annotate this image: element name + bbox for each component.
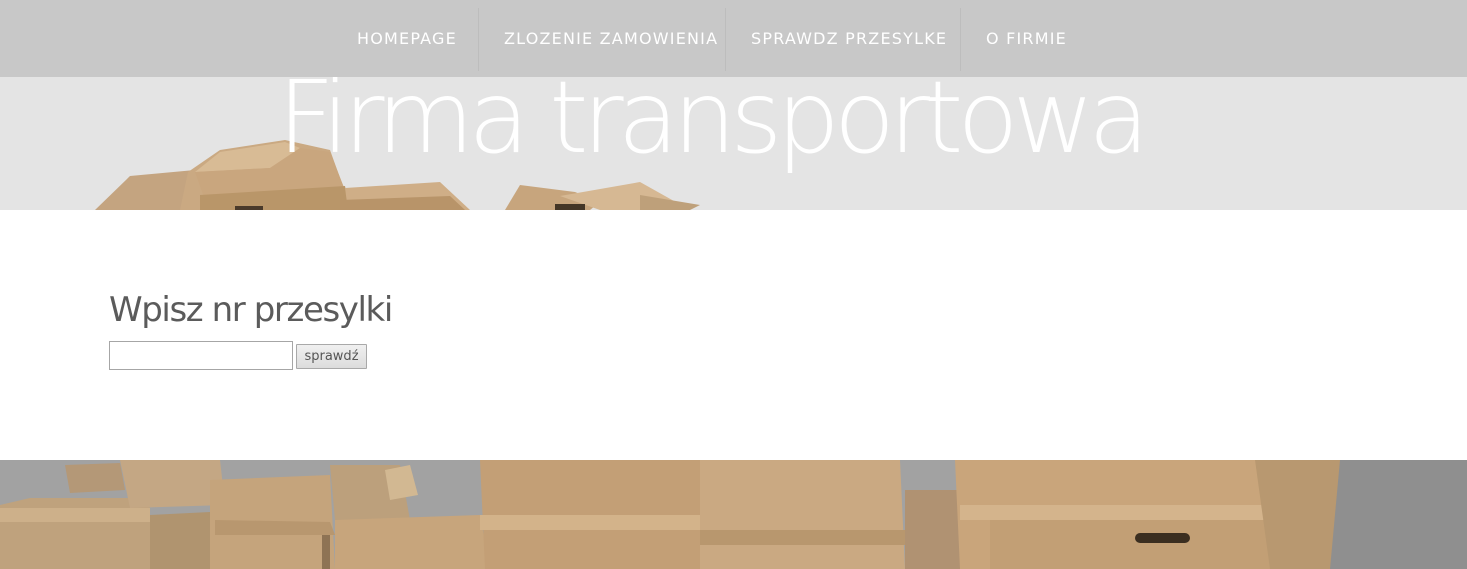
tracking-heading: Wpisz nr przesylki — [109, 290, 393, 330]
nav-item-homepage[interactable]: HOMEPAGE — [331, 0, 478, 77]
nav-menu: HOMEPAGE ZLOZENIE ZAMOWIENIA SPRAWDZ PRZ… — [331, 0, 1093, 77]
nav-item-track-parcel[interactable]: SPRAWDZ PRZESYLKE — [725, 0, 960, 77]
tracking-section: Wpisz nr przesylki sprawdź — [0, 210, 1467, 460]
footer-boxes-image — [0, 460, 1467, 569]
footer-banner — [0, 460, 1467, 569]
tracking-number-input[interactable] — [109, 341, 293, 370]
nav-item-about-company[interactable]: O FIRMIE — [960, 0, 1093, 77]
page: HOMEPAGE ZLOZENIE ZAMOWIENIA SPRAWDZ PRZ… — [0, 0, 1467, 569]
check-button[interactable]: sprawdź — [296, 344, 367, 369]
nav-item-order[interactable]: ZLOZENIE ZAMOWIENIA — [478, 0, 725, 77]
top-navigation-bar: HOMEPAGE ZLOZENIE ZAMOWIENIA SPRAWDZ PRZ… — [0, 0, 1467, 77]
